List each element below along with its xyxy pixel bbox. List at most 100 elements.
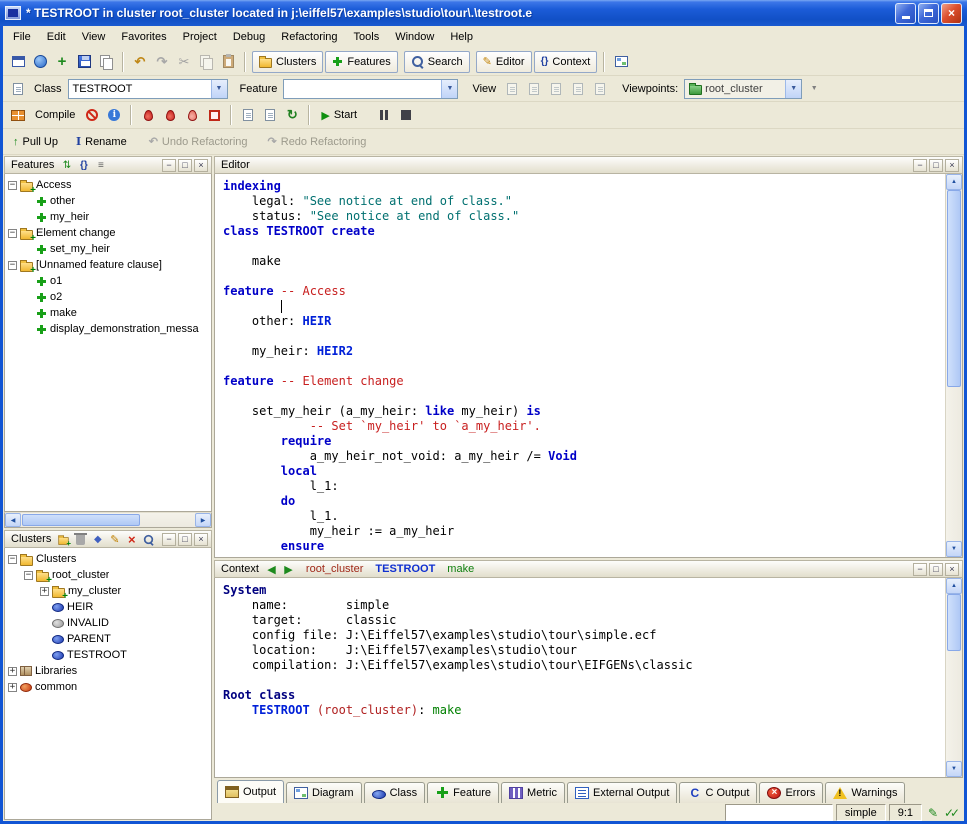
menu-view[interactable]: View [74,28,114,46]
tree-item-o2[interactable]: o2 [5,289,211,305]
save-button[interactable] [74,52,94,72]
class-combobox[interactable]: TESTROOT ▼ [68,79,228,99]
undo-button[interactable]: ↶ [130,52,150,72]
paste-button[interactable] [218,52,238,72]
context-text-area[interactable]: System name: simple target: classic conf… [215,578,945,777]
view-text-button[interactable] [502,79,522,99]
tree-item-set-my-heir[interactable]: set_my_heir [5,241,211,257]
tree-item-o1[interactable]: o1 [5,273,211,289]
tree-item-unnamed-feature-clause[interactable]: −[Unnamed feature clause] [5,257,211,273]
edit-cluster-button[interactable]: ✎ [107,532,122,546]
tree-item-common[interactable]: +common [5,679,211,695]
delete-cluster-button[interactable]: × [124,532,139,546]
vscroll-track[interactable] [946,190,962,541]
scroll-left-button[interactable]: ◀ [5,513,21,527]
scroll-down-button[interactable]: ▼ [946,761,962,777]
melt-button[interactable] [138,105,158,125]
tab-warnings[interactable]: Warnings [825,782,905,803]
find-cluster-button[interactable] [141,532,156,546]
clusters-tool-button[interactable]: Clusters [252,51,323,73]
context-vscrollbar[interactable]: ▲ ▼ [945,578,962,777]
editor-tool-button[interactable]: ✎ Editor [476,51,532,73]
vscroll-thumb[interactable] [947,190,961,387]
save-all-button[interactable] [96,52,116,72]
tree-item-display-demonstration-messa[interactable]: display_demonstration_messa [5,321,211,337]
menu-file[interactable]: File [5,28,39,46]
tree-expander-icon[interactable]: + [40,587,49,596]
title-bar[interactable]: * TESTROOT in cluster root_cluster locat… [0,0,967,26]
remove-cluster-button[interactable] [73,532,88,546]
menu-window[interactable]: Window [387,28,442,46]
project-info-button[interactable]: i [104,105,124,125]
redo-refactoring-button[interactable]: ↷ Redo Refactoring [263,131,372,153]
features-tree[interactable]: −Accessothermy_heir−Element changeset_my… [4,174,212,512]
menu-project[interactable]: Project [175,28,225,46]
features-hscrollbar[interactable]: ◀ ▶ [4,512,212,528]
tree-expander-icon[interactable]: − [8,261,17,270]
features-maximize-button[interactable]: □ [178,159,192,172]
editor-minimize-button[interactable]: − [913,159,927,172]
quick-melt-button[interactable] [160,105,180,125]
breadcrumb-root_cluster[interactable]: root_cluster [306,563,363,575]
hscroll-thumb[interactable] [22,514,140,526]
menu-favorites[interactable]: Favorites [113,28,174,46]
menu-edit[interactable]: Edit [39,28,74,46]
precompile-button[interactable] [238,105,258,125]
pause-button[interactable] [374,105,394,125]
compile-button[interactable]: Compile [30,104,80,126]
feature-combobox-dropdown[interactable]: ▼ [441,80,457,98]
menu-tools[interactable]: Tools [346,28,388,46]
viewpoints-combobox-dropdown[interactable]: ▼ [785,80,801,98]
compile-workbench-button[interactable] [260,105,280,125]
clusters-close-button[interactable]: × [194,533,208,546]
new-window-button[interactable] [8,52,28,72]
breadcrumb-make[interactable]: make [447,563,474,575]
scroll-down-button[interactable]: ▼ [946,541,962,557]
vscroll-thumb[interactable] [947,594,961,651]
add-class-button[interactable]: + [52,52,72,72]
clusters-minimize-button[interactable]: − [162,533,176,546]
editor-vscrollbar[interactable]: ▲ ▼ [945,174,962,557]
undo-refactoring-button[interactable]: ↶ Undo Refactoring [144,131,253,153]
restore-button[interactable] [918,3,939,24]
refresh-button[interactable]: ↻ [282,105,302,125]
menu-debug[interactable]: Debug [225,28,273,46]
tree-item-access[interactable]: −Access [5,177,211,193]
tree-item-my-heir[interactable]: my_heir [5,209,211,225]
close-button[interactable]: × [941,3,962,24]
tree-item-element-change[interactable]: −Element change [5,225,211,241]
tree-item-testroot[interactable]: TESTROOT [5,647,211,663]
compile-grid-button[interactable] [8,105,28,125]
redo-button[interactable]: ↷ [152,52,172,72]
tab-metric[interactable]: Metric [501,782,565,803]
editor-panel-header[interactable]: Editor − □ × [214,156,963,174]
tab-class[interactable]: Class [364,782,426,803]
tree-item-my-cluster[interactable]: +my_cluster [5,583,211,599]
context-forward-button[interactable]: ▶ [281,562,296,576]
scroll-up-button[interactable]: ▲ [946,578,962,594]
tree-item-clusters[interactable]: −Clusters [5,551,211,567]
view-flat-button[interactable] [546,79,566,99]
tree-expander-icon[interactable]: − [24,571,33,580]
view-clickable-button[interactable] [524,79,544,99]
clusters-maximize-button[interactable]: □ [178,533,192,546]
tab-errors[interactable]: Errors [759,782,823,803]
context-close-button[interactable]: × [945,563,959,576]
editor-close-button[interactable]: × [945,159,959,172]
finalize-button[interactable] [204,105,224,125]
scroll-right-button[interactable]: ▶ [195,513,211,527]
context-panel-header[interactable]: Context ◀ ▶ root_clusterTESTROOTmake − □… [214,560,963,578]
features-panel-header[interactable]: Features ⇅ {} ≡ − □ × [4,156,212,174]
tree-expander-icon[interactable]: − [8,229,17,238]
hscroll-track[interactable] [21,513,195,527]
tab-diagram[interactable]: Diagram [286,782,362,803]
menu-refactoring[interactable]: Refactoring [273,28,345,46]
context-back-button[interactable]: ◀ [264,562,279,576]
features-sort-button[interactable]: ⇅ [59,158,74,172]
class-combobox-dropdown[interactable]: ▼ [211,80,227,98]
viewpoints-extra-dropdown[interactable]: ▼ [804,79,824,99]
breadcrumb-TESTROOT[interactable]: TESTROOT [375,563,435,575]
search-tool-button[interactable]: Search [404,51,470,73]
cut-button[interactable]: ✂ [174,52,194,72]
stop-button[interactable] [396,105,416,125]
